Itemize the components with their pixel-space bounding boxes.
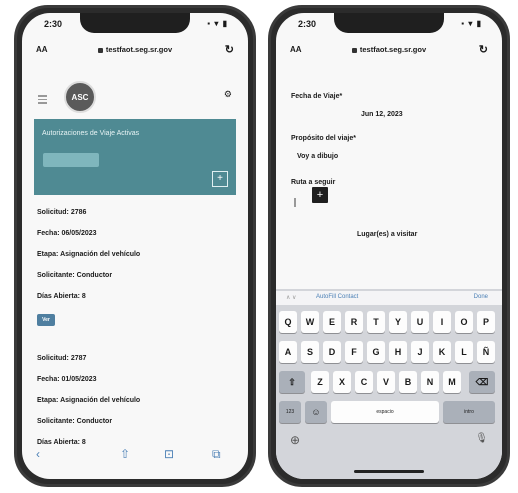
key-t[interactable]: T: [367, 311, 385, 333]
home-indicator: [354, 470, 424, 473]
key-y[interactable]: Y: [389, 311, 407, 333]
key-o[interactable]: O: [455, 311, 473, 333]
key-h[interactable]: H: [389, 341, 407, 363]
fecha: Fecha: 06/05/2023: [37, 230, 97, 237]
key-l[interactable]: L: [455, 341, 473, 363]
backspace-key[interactable]: ⌫: [469, 371, 495, 393]
key-c[interactable]: C: [355, 371, 373, 393]
fecha: Fecha: 01/05/2023: [37, 376, 97, 383]
settings-icon[interactable]: ⚙: [224, 89, 232, 100]
banner: Autorizaciones de Viaje Activas +: [34, 119, 236, 195]
phone-left: 2:30 ▪ ▾ ▮ AA testfaot.seg.sr.gov ↻ ASC …: [14, 5, 256, 487]
reload-icon[interactable]: ↻: [225, 43, 234, 56]
keyboard: ∧ ∨ AutoFill Contact Done Q W E R T Y U …: [276, 289, 502, 479]
ruta-input[interactable]: [294, 198, 296, 207]
emoji-key[interactable]: ☺: [305, 401, 327, 423]
key-v[interactable]: V: [377, 371, 395, 393]
key-n-tilde[interactable]: Ñ: [477, 341, 495, 363]
key-n[interactable]: N: [421, 371, 439, 393]
phone-right: 2:30 ▪ ▾ ▮ AA testfaot.seg.sr.gov ↻ Fech…: [268, 5, 510, 487]
key-a[interactable]: A: [279, 341, 297, 363]
key-s[interactable]: S: [301, 341, 319, 363]
key-e[interactable]: E: [323, 311, 341, 333]
banner-pill: [43, 153, 99, 167]
key-w[interactable]: W: [301, 311, 319, 333]
key-i[interactable]: I: [433, 311, 451, 333]
solicitud: Solicitud: 2787: [37, 355, 87, 362]
return-key[interactable]: intro: [443, 401, 495, 423]
done-button[interactable]: Done: [474, 294, 488, 300]
url-text: testfaot.seg.sr.gov: [359, 45, 427, 54]
fecha-label: Fecha de Viaje*: [291, 93, 343, 100]
etapa: Etapa: Asignación del vehículo: [37, 397, 141, 404]
solicitante: Solicitante: Conductor: [37, 272, 113, 279]
notch: [80, 13, 190, 33]
key-z[interactable]: Z: [311, 371, 329, 393]
proposito-input[interactable]: Voy a dibujo: [297, 153, 338, 160]
status-icons: ▪ ▾ ▮: [207, 19, 228, 28]
notch: [334, 13, 444, 33]
status-icons: ▪ ▾ ▮: [461, 19, 482, 28]
key-p[interactable]: P: [477, 311, 495, 333]
hamburger-icon[interactable]: [38, 95, 47, 106]
key-j[interactable]: J: [411, 341, 429, 363]
bookmarks-icon[interactable]: ⊡: [164, 447, 174, 461]
avatar[interactable]: ASC: [64, 81, 96, 113]
request-card-1: Solicitud: 2786 Fecha: 06/05/2023 Etapa:…: [37, 209, 140, 326]
url-bar[interactable]: AA testfaot.seg.sr.gov ↻: [276, 41, 502, 63]
back-icon[interactable]: ‹: [36, 447, 40, 461]
share-icon[interactable]: ⇧: [120, 447, 130, 461]
banner-title: Autorizaciones de Viaje Activas: [42, 130, 140, 137]
key-f[interactable]: F: [345, 341, 363, 363]
solicitante: Solicitante: Conductor: [37, 418, 113, 425]
key-q[interactable]: Q: [279, 311, 297, 333]
add-place-button[interactable]: +: [312, 187, 328, 203]
dias-abierta: Días Abierta: 8: [37, 293, 86, 300]
status-time: 2:30: [44, 19, 63, 29]
etapa: Etapa: Asignación del vehículo: [37, 251, 141, 258]
status-time: 2:30: [298, 19, 317, 29]
lock-icon: [351, 47, 357, 53]
lock-icon: [97, 47, 103, 53]
proposito-label: Propósito del viaje*: [291, 135, 356, 142]
key-b[interactable]: B: [399, 371, 417, 393]
solicitud: Solicitud: 2786: [37, 209, 87, 216]
key-row-3: ⇧ Z X C V B N M ⌫: [276, 371, 502, 393]
shift-key[interactable]: ⇧: [279, 371, 305, 393]
key-x[interactable]: X: [333, 371, 351, 393]
autofill-button[interactable]: AutoFill Contact: [316, 294, 358, 300]
key-k[interactable]: K: [433, 341, 451, 363]
url-field[interactable]: testfaot.seg.sr.gov: [276, 45, 502, 54]
screen-right: 2:30 ▪ ▾ ▮ AA testfaot.seg.sr.gov ↻ Fech…: [276, 13, 502, 479]
add-button[interactable]: +: [212, 171, 228, 187]
lugares-label: Lugar(es) a visitar: [357, 231, 418, 238]
ver-button[interactable]: Ver: [37, 314, 55, 326]
space-key[interactable]: espacio: [331, 401, 439, 423]
key-row-4: 123 ☺ espacio intro: [276, 401, 502, 423]
browser-toolbar: ‹ ⇧ ⊡ ⧉: [22, 447, 248, 467]
request-card-2: Solicitud: 2787 Fecha: 01/05/2023 Etapa:…: [37, 355, 140, 460]
ruta-label: Ruta a seguir: [291, 179, 336, 186]
globe-icon[interactable]: ⊕: [290, 433, 300, 447]
field-nav-arrows[interactable]: ∧ ∨: [286, 294, 296, 301]
key-row-2: A S D F G H J K L Ñ: [276, 341, 502, 363]
url-bar[interactable]: AA testfaot.seg.sr.gov ↻: [22, 41, 248, 63]
tabs-icon[interactable]: ⧉: [212, 447, 221, 462]
keyboard-toolbar: ∧ ∨ AutoFill Contact Done: [276, 291, 502, 305]
url-field[interactable]: testfaot.seg.sr.gov: [22, 45, 248, 54]
key-m[interactable]: M: [443, 371, 461, 393]
url-text: testfaot.seg.sr.gov: [105, 45, 173, 54]
key-row-1: Q W E R T Y U I O P: [276, 311, 502, 333]
screen-left: 2:30 ▪ ▾ ▮ AA testfaot.seg.sr.gov ↻ ASC …: [22, 13, 248, 479]
microphone-icon[interactable]: 🎙: [475, 433, 488, 444]
key-d[interactable]: D: [323, 341, 341, 363]
key-g[interactable]: G: [367, 341, 385, 363]
key-row-5: ⊕ 🎙: [276, 433, 502, 455]
fecha-input[interactable]: Jun 12, 2023: [361, 111, 403, 118]
reload-icon[interactable]: ↻: [479, 43, 488, 56]
numbers-key[interactable]: 123: [279, 401, 301, 423]
key-r[interactable]: R: [345, 311, 363, 333]
key-u[interactable]: U: [411, 311, 429, 333]
